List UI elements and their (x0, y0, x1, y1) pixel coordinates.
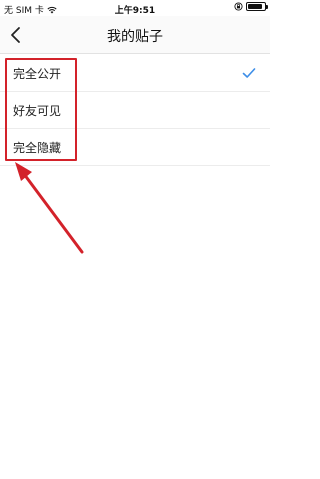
option-hidden[interactable]: 完全隐藏 (0, 129, 270, 166)
status-time: 上午9:51 (114, 6, 156, 16)
status-right (234, 2, 268, 11)
nav-bar: 我的贴子 (0, 16, 270, 54)
battery-fill (248, 4, 262, 9)
checkmark-icon (242, 68, 256, 78)
battery-icon (246, 2, 268, 11)
page-title: 我的贴子 (107, 29, 163, 45)
privacy-options-list: 完全公开 好友可见 完全隐藏 (0, 55, 270, 166)
status-bar: 无 SIM 卡 上午9:51 (0, 0, 270, 16)
option-friends-only[interactable]: 好友可见 (0, 92, 270, 129)
option-label: 完全公开 (13, 67, 62, 81)
orientation-lock-icon (234, 2, 243, 11)
option-label: 好友可见 (13, 104, 62, 118)
option-label: 完全隐藏 (13, 141, 62, 155)
option-public[interactable]: 完全公开 (0, 55, 270, 92)
divider (0, 165, 270, 166)
